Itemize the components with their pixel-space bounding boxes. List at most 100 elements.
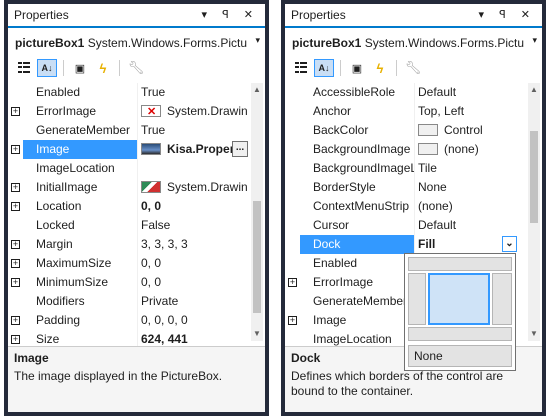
property-row[interactable]: AccessibleRole Default bbox=[285, 83, 525, 102]
property-value[interactable]: False bbox=[137, 216, 248, 235]
settings-button[interactable]: 🔧︎ bbox=[403, 59, 423, 77]
property-row[interactable]: GenerateMember True bbox=[8, 121, 248, 140]
property-row[interactable]: + Location 0, 0 bbox=[8, 197, 248, 216]
expand-icon[interactable]: + bbox=[11, 145, 20, 154]
categorized-button[interactable] bbox=[14, 59, 34, 77]
property-pages-button[interactable]: ▣ bbox=[70, 59, 90, 77]
chevron-down-icon[interactable]: ▾ bbox=[255, 35, 260, 46]
property-row[interactable]: + Margin 3, 3, 3, 3 bbox=[8, 235, 248, 254]
dock-right-button[interactable] bbox=[492, 273, 512, 325]
property-row[interactable]: + MinimumSize 0, 0 bbox=[8, 273, 248, 292]
property-value[interactable]: 0, 0 bbox=[137, 273, 248, 292]
chevron-down-icon[interactable]: ▾ bbox=[532, 35, 537, 46]
property-value[interactable]: Fill ⌄ bbox=[414, 235, 525, 254]
property-grid: Enabled True + ErrorImage System.Drawing Gene… bbox=[8, 83, 248, 349]
color-swatch-icon bbox=[418, 124, 438, 136]
property-value[interactable]: 0, 0, 0, 0 bbox=[137, 311, 248, 330]
property-row[interactable]: Anchor Top, Left bbox=[285, 102, 525, 121]
property-value[interactable]: System.Drawing bbox=[137, 102, 248, 121]
property-value[interactable]: 0, 0 bbox=[137, 197, 248, 216]
property-row[interactable]: + ErrorImage System.Drawing bbox=[8, 102, 248, 121]
property-row[interactable]: + Padding 0, 0, 0, 0 bbox=[8, 311, 248, 330]
expand-icon[interactable]: + bbox=[11, 259, 20, 268]
title-bar[interactable]: Properties ▾ ꟼ ✕ bbox=[8, 4, 265, 28]
property-row[interactable]: ContextMenuStrip (none) bbox=[285, 197, 525, 216]
alphabetical-button[interactable]: A↓ bbox=[37, 59, 57, 77]
property-value[interactable]: Private bbox=[137, 292, 248, 311]
dock-fill-button[interactable] bbox=[428, 273, 490, 325]
toolbar-divider bbox=[396, 60, 397, 76]
expand-icon[interactable]: + bbox=[11, 107, 20, 116]
vertical-scrollbar[interactable]: ▲ ▼ bbox=[528, 83, 540, 341]
alphabetical-button[interactable]: A↓ bbox=[314, 59, 334, 77]
property-value[interactable]: 0, 0 bbox=[137, 254, 248, 273]
scroll-thumb[interactable] bbox=[530, 131, 538, 223]
settings-button[interactable]: 🔧︎ bbox=[126, 59, 146, 77]
property-value[interactable]: True bbox=[137, 83, 248, 102]
object-name: pictureBox1 bbox=[292, 36, 362, 50]
property-value[interactable]: Top, Left bbox=[414, 102, 525, 121]
categorized-button[interactable] bbox=[291, 59, 311, 77]
property-value[interactable] bbox=[137, 159, 248, 178]
property-value[interactable]: (none) bbox=[414, 197, 525, 216]
expand-icon[interactable]: + bbox=[11, 278, 20, 287]
property-row[interactable]: BackgroundImageL Tile bbox=[285, 159, 525, 178]
property-row[interactable]: + InitialImage System.Drawing bbox=[8, 178, 248, 197]
property-value-text: Default bbox=[418, 85, 457, 99]
window-controls-icon[interactable]: ▾ ꟼ ✕ bbox=[202, 8, 259, 21]
property-name: ErrorImage bbox=[36, 104, 97, 118]
expand-icon[interactable]: + bbox=[11, 202, 20, 211]
property-pages-button[interactable]: ▣ bbox=[347, 59, 367, 77]
toolbar-divider bbox=[119, 60, 120, 76]
expand-icon[interactable]: + bbox=[11, 183, 20, 192]
expand-icon[interactable]: + bbox=[11, 316, 20, 325]
property-value[interactable]: Tile bbox=[414, 159, 525, 178]
property-row[interactable]: Locked False bbox=[8, 216, 248, 235]
scroll-down-icon[interactable]: ▼ bbox=[251, 327, 263, 341]
scroll-up-icon[interactable]: ▲ bbox=[528, 83, 540, 97]
property-value-text: True bbox=[141, 123, 166, 137]
object-selector[interactable]: pictureBox1 System.Windows.Forms.Pictu ▾ bbox=[10, 32, 263, 52]
property-value[interactable]: None bbox=[414, 178, 525, 197]
window-controls-icon[interactable]: ▾ ꟼ ✕ bbox=[479, 8, 536, 21]
expand-icon[interactable]: + bbox=[288, 316, 297, 325]
expand-icon[interactable]: + bbox=[11, 240, 20, 249]
property-row[interactable]: BackgroundImage (none) bbox=[285, 140, 525, 159]
property-value[interactable]: Default bbox=[414, 216, 525, 235]
property-row[interactable]: + MaximumSize 0, 0 bbox=[8, 254, 248, 273]
events-button[interactable]: ϟ bbox=[370, 59, 390, 77]
property-value[interactable]: (none) bbox=[414, 140, 525, 159]
property-row[interactable]: BorderStyle None bbox=[285, 178, 525, 197]
object-selector[interactable]: pictureBox1 System.Windows.Forms.Pictu ▾ bbox=[287, 32, 540, 52]
property-name: BackColor bbox=[313, 123, 369, 137]
dock-bottom-button[interactable] bbox=[408, 327, 512, 341]
property-row[interactable]: Modifiers Private bbox=[8, 292, 248, 311]
property-value[interactable]: Control bbox=[414, 121, 525, 140]
ellipsis-button[interactable]: ... bbox=[232, 141, 248, 157]
property-row[interactable]: BackColor Control bbox=[285, 121, 525, 140]
chevron-down-icon[interactable]: ⌄ bbox=[502, 236, 517, 252]
object-type: System.Windows.Forms.Pictu bbox=[364, 36, 525, 50]
property-value[interactable]: System.Drawing bbox=[137, 178, 248, 197]
title-bar[interactable]: Properties ▾ ꟼ ✕ bbox=[285, 4, 542, 28]
property-row[interactable]: + Image Kisa.Proper... bbox=[8, 140, 248, 159]
vertical-scrollbar[interactable]: ▲ ▼ bbox=[251, 83, 263, 341]
dock-none-button[interactable]: None bbox=[408, 345, 512, 367]
property-row[interactable]: Dock Fill ⌄ bbox=[285, 235, 525, 254]
property-value[interactable]: True bbox=[137, 121, 248, 140]
dock-top-button[interactable] bbox=[408, 257, 512, 271]
scroll-thumb[interactable] bbox=[253, 201, 261, 313]
toolbar-divider bbox=[340, 60, 341, 76]
property-value[interactable]: Kisa.Proper... bbox=[137, 140, 248, 159]
scroll-down-icon[interactable]: ▼ bbox=[528, 327, 540, 341]
dock-left-button[interactable] bbox=[408, 273, 426, 325]
property-value[interactable]: Default bbox=[414, 83, 525, 102]
property-row[interactable]: ImageLocation bbox=[8, 159, 248, 178]
expand-icon[interactable]: + bbox=[11, 335, 20, 344]
property-row[interactable]: Cursor Default bbox=[285, 216, 525, 235]
scroll-up-icon[interactable]: ▲ bbox=[251, 83, 263, 97]
property-value[interactable]: 3, 3, 3, 3 bbox=[137, 235, 248, 254]
property-row[interactable]: Enabled True bbox=[8, 83, 248, 102]
expand-icon[interactable]: + bbox=[288, 278, 297, 287]
events-button[interactable]: ϟ bbox=[93, 59, 113, 77]
